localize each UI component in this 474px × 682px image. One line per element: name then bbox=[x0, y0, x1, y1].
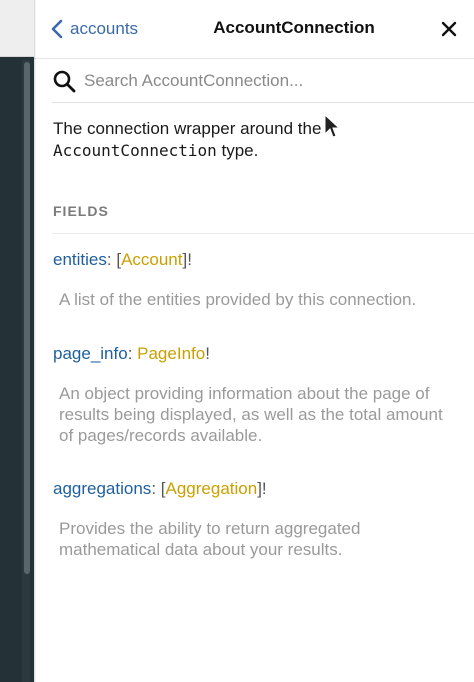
field-page-info: page_info: PageInfo! An object providing… bbox=[53, 343, 458, 446]
search-input[interactable] bbox=[82, 70, 466, 92]
close-icon[interactable] bbox=[440, 20, 458, 38]
field-type-link[interactable]: PageInfo bbox=[137, 344, 205, 363]
section-divider bbox=[52, 233, 474, 234]
description-prefix: The connection wrapper around the bbox=[53, 119, 322, 138]
doc-header: accounts AccountConnection bbox=[34, 0, 474, 59]
field-signature: page_info: PageInfo! bbox=[53, 344, 210, 363]
page-title: AccountConnection bbox=[213, 18, 375, 37]
field-name-link[interactable]: aggregations bbox=[53, 479, 151, 498]
fields-section-label: FIELDS bbox=[53, 203, 109, 219]
search-bar bbox=[52, 60, 474, 103]
field-type-link[interactable]: Aggregation bbox=[166, 479, 258, 498]
editor-strip-top bbox=[0, 0, 34, 57]
mouse-cursor-icon bbox=[324, 114, 340, 138]
field-entities: entities: [Account]! A list of the entit… bbox=[53, 249, 458, 310]
type-description: The connection wrapper around the Accoun… bbox=[53, 118, 453, 162]
description-code: AccountConnection bbox=[53, 141, 217, 160]
field-description: An object providing information about th… bbox=[59, 384, 443, 445]
description-suffix: type. bbox=[216, 141, 259, 160]
field-name-link[interactable]: entities bbox=[53, 250, 107, 269]
editor-scrollbar-thumb[interactable] bbox=[24, 62, 30, 574]
panel-shadow bbox=[34, 0, 36, 682]
field-name-link[interactable]: page_info bbox=[53, 344, 128, 363]
field-description: Provides the ability to return aggregate… bbox=[59, 519, 361, 559]
field-description: A list of the entities provided by this … bbox=[59, 290, 417, 309]
field-aggregations: aggregations: [Aggregation]! Provides th… bbox=[53, 478, 458, 560]
field-signature: entities: [Account]! bbox=[53, 250, 192, 269]
search-icon bbox=[53, 70, 76, 93]
field-type-link[interactable]: Account bbox=[121, 250, 182, 269]
editor-strip bbox=[0, 0, 34, 682]
doc-explorer-panel: accounts AccountConnection The connectio… bbox=[34, 0, 474, 682]
field-signature: aggregations: [Aggregation]! bbox=[53, 479, 267, 498]
